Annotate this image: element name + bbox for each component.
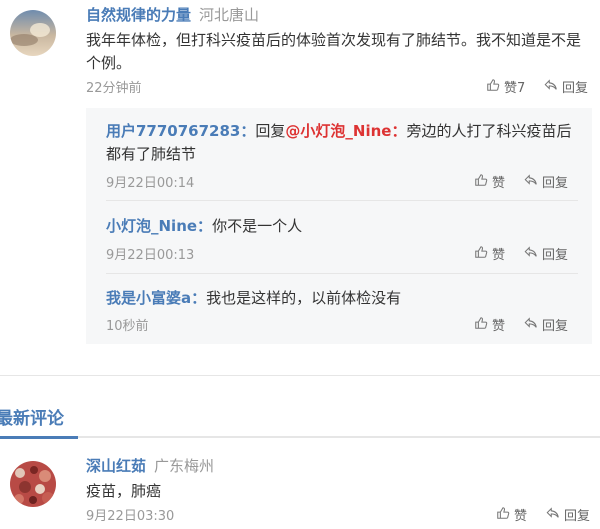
comment-text: 我年年体检，但打科兴疫苗后的体验首次发现有了肺结节。我不知道是不是个例。 [86, 31, 582, 72]
reply-time: 10秒前 [106, 319, 149, 334]
reply-arrow-icon [524, 316, 538, 334]
tab-underline-active [0, 436, 78, 439]
like-label: 赞 [514, 509, 528, 524]
avatar[interactable] [10, 461, 56, 507]
reply-label: 回复 [542, 176, 569, 191]
reply-text: 用户7770767283：回复@小灯泡_Nine：旁边的人打了科兴疫苗后都有了肺… [106, 120, 580, 166]
reply-body: 你不是一个人 [212, 217, 303, 235]
like-label: 赞 [492, 176, 506, 191]
comment-time: 22分钟前 [86, 81, 142, 96]
reply-author[interactable]: 我是小富婆a： [106, 289, 206, 307]
section-divider [0, 375, 600, 376]
commenter-location: 河北唐山 [199, 6, 260, 24]
reply-text: 小灯泡_Nine：你不是一个人 [106, 215, 580, 238]
reply-button[interactable]: 回复 [546, 505, 590, 524]
like-button[interactable]: 赞 [474, 244, 505, 263]
commenter-name[interactable]: 自然规律的力量 [86, 6, 191, 24]
like-button[interactable]: 赞 [474, 172, 505, 191]
comment-text: 疫苗，肺癌 [86, 482, 162, 500]
thumbs-up-icon [496, 506, 510, 524]
like-button[interactable]: 赞7 [486, 77, 525, 96]
reply-time: 9月22日00:13 [106, 248, 195, 263]
reply-time: 9月22日00:14 [106, 176, 195, 191]
reply-prefix: 回复 [255, 122, 286, 140]
like-label: 赞 [492, 248, 506, 263]
reply-author[interactable]: 小灯泡_Nine： [106, 217, 212, 235]
reply-button[interactable]: 回复 [544, 77, 588, 96]
reply-item: 用户7770767283：回复@小灯泡_Nine：旁边的人打了科兴疫苗后都有了肺… [86, 108, 592, 201]
reply-arrow-icon [546, 506, 560, 524]
reply-label: 回复 [562, 81, 589, 96]
reply-author[interactable]: 用户7770767283： [106, 122, 255, 140]
commenter-name[interactable]: 深山红茹 [86, 457, 146, 475]
reply-arrow-icon [524, 173, 538, 191]
reply-item: 小灯泡_Nine：你不是一个人 9月22日00:13 赞 回复 [86, 201, 592, 274]
thumbs-up-icon [486, 78, 500, 96]
commenter-location: 广东梅州 [154, 457, 215, 475]
comment-time: 9月22日03:30 [86, 509, 175, 524]
thumbs-up-icon [474, 316, 488, 334]
reply-button[interactable]: 回复 [524, 244, 568, 263]
latest-comments-title[interactable]: 最新评论 [0, 404, 64, 429]
reply-label: 回复 [542, 319, 569, 334]
avatar[interactable] [10, 10, 56, 56]
thumbs-up-icon [474, 245, 488, 263]
reply-mention[interactable]: @小灯泡_Nine： [285, 122, 406, 140]
reply-body: 我也是这样的，以前体检没有 [206, 289, 402, 307]
reply-label: 回复 [542, 248, 569, 263]
like-label: 赞 [492, 319, 506, 334]
reply-arrow-icon [544, 78, 558, 96]
reply-label: 回复 [564, 509, 591, 524]
reply-arrow-icon [524, 245, 538, 263]
reply-button[interactable]: 回复 [524, 172, 568, 191]
reply-button[interactable]: 回复 [524, 315, 568, 334]
thumbs-up-icon [474, 173, 488, 191]
like-label: 赞7 [504, 81, 526, 96]
like-button[interactable]: 赞 [496, 505, 527, 524]
like-button[interactable]: 赞 [474, 315, 505, 334]
tab-underline [0, 436, 600, 438]
reply-text: 我是小富婆a：我也是这样的，以前体检没有 [106, 287, 580, 310]
reply-list: 用户7770767283：回复@小灯泡_Nine：旁边的人打了科兴疫苗后都有了肺… [86, 108, 592, 344]
reply-item: 我是小富婆a：我也是这样的，以前体检没有 10秒前 赞 回复 [86, 274, 592, 344]
